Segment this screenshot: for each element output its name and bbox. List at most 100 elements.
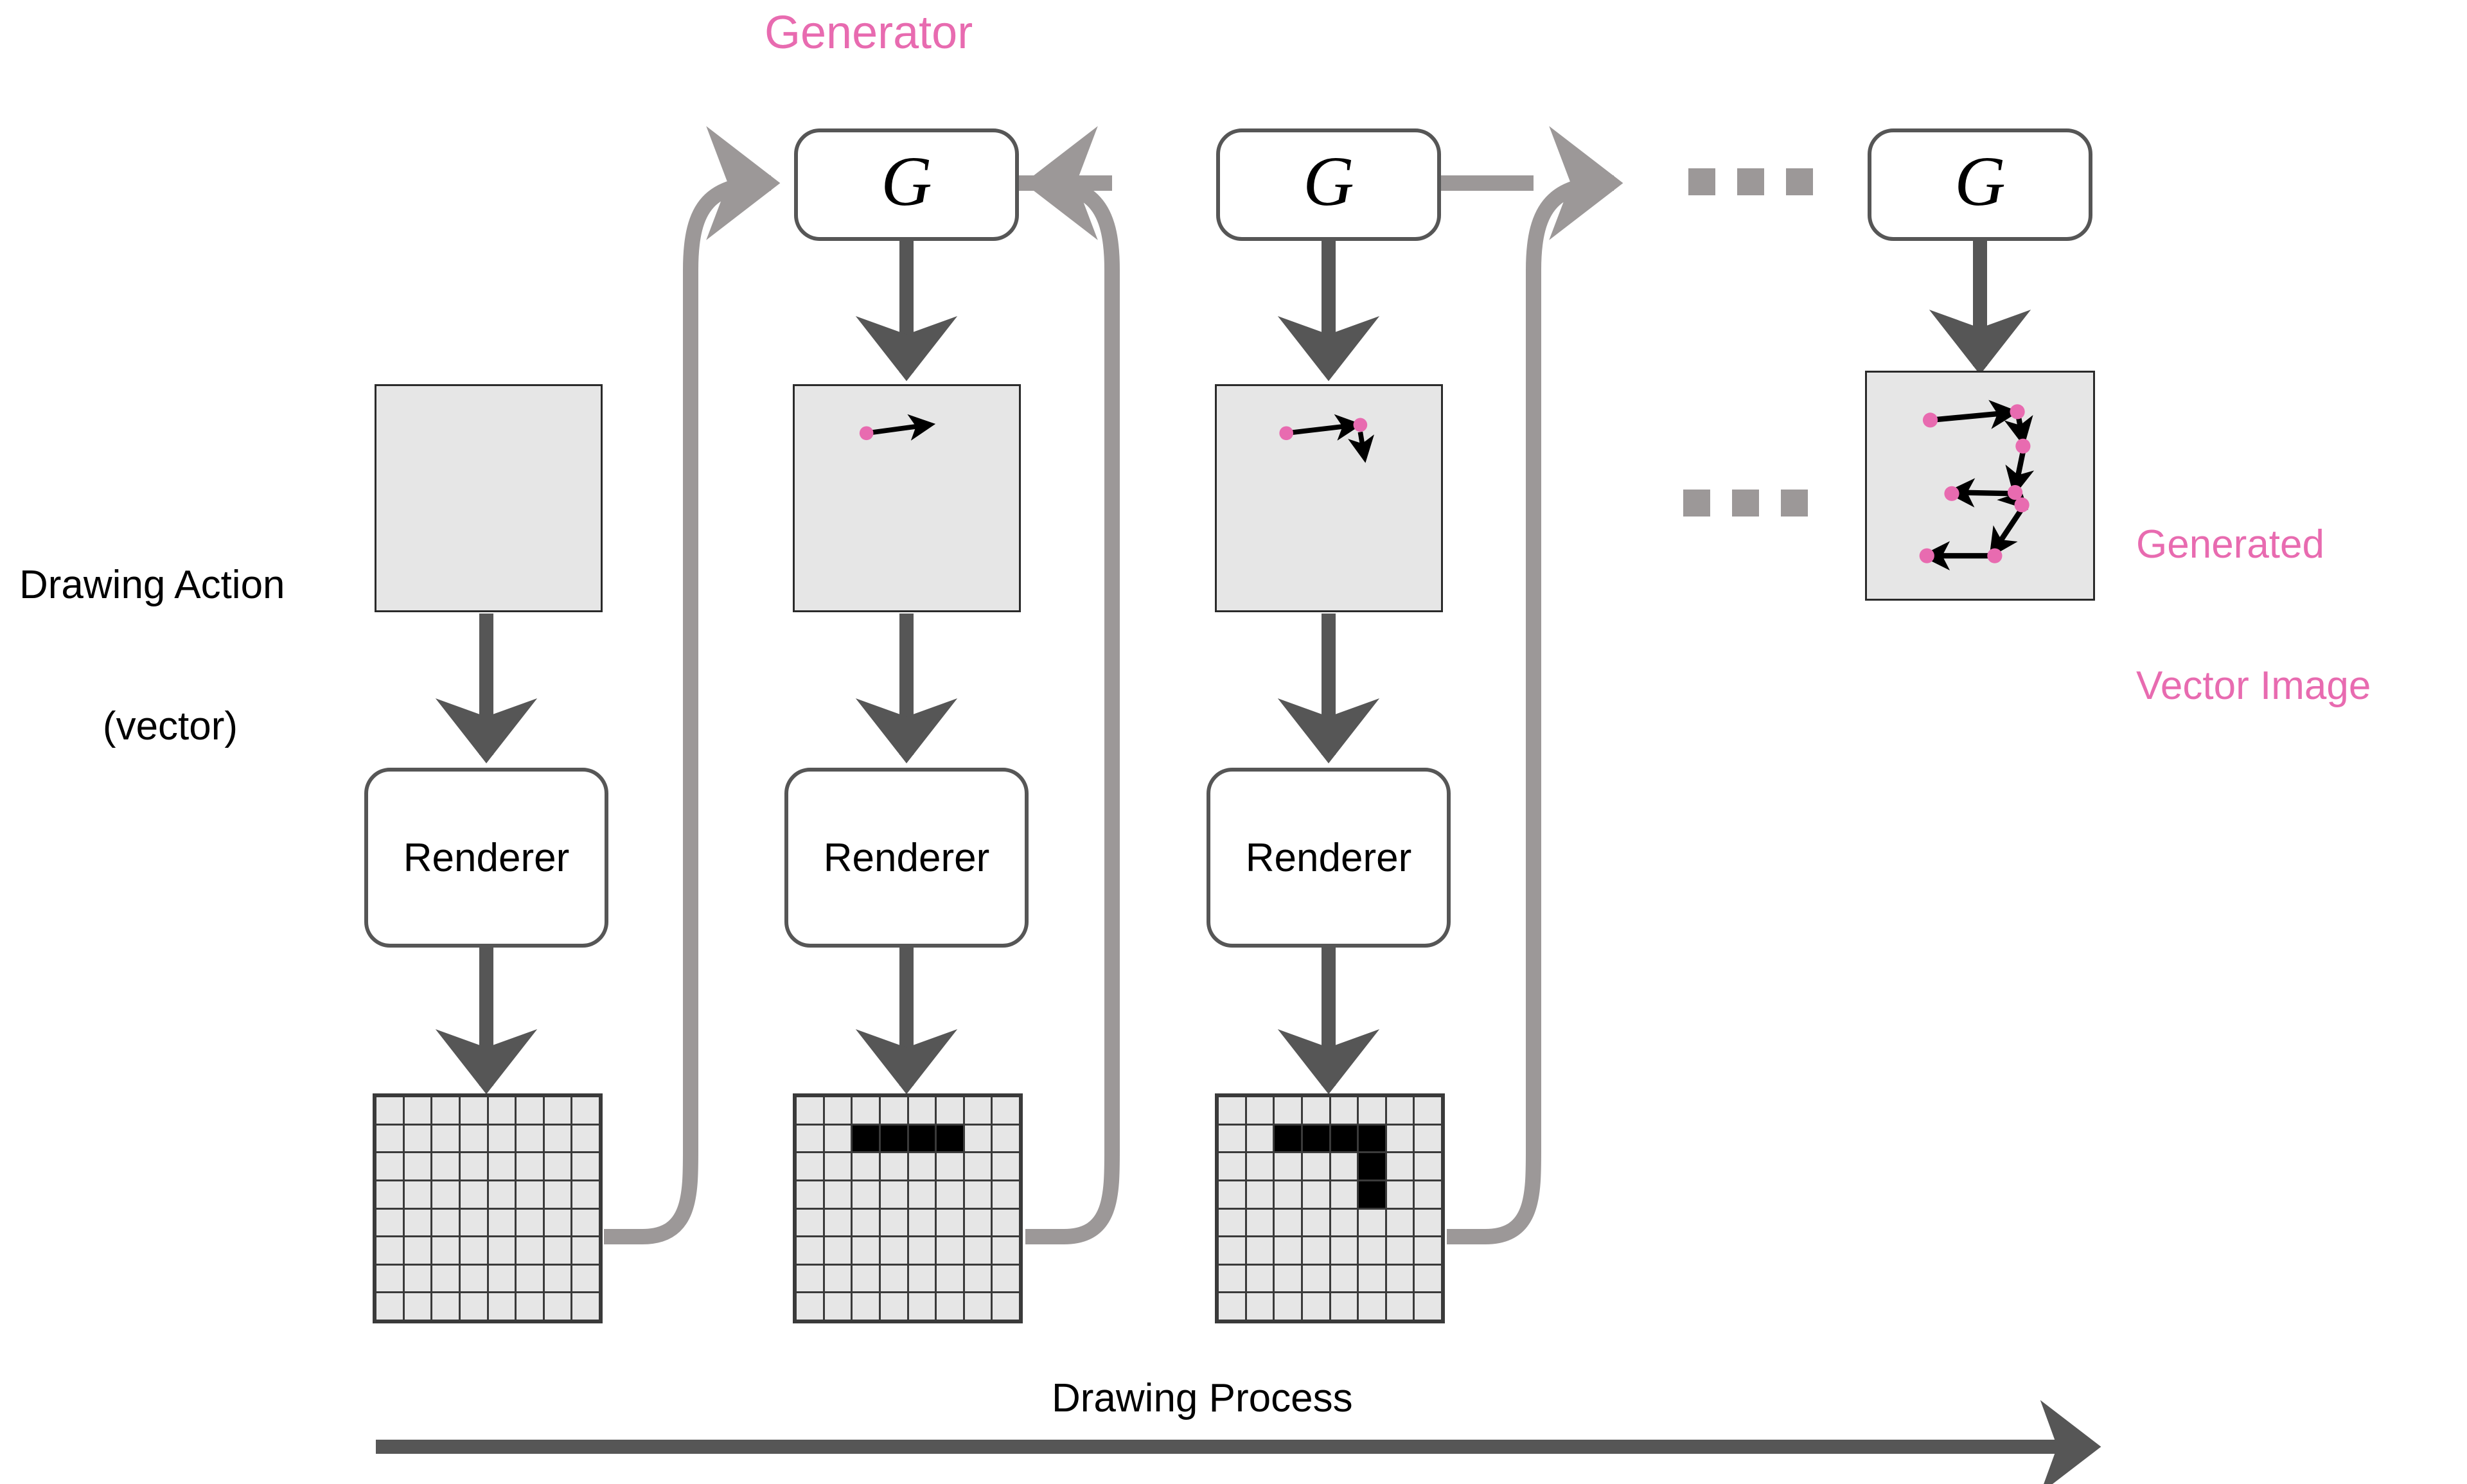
pixel-cell [1275, 1153, 1301, 1179]
renderer-box-2[interactable]: Renderer [784, 768, 1029, 948]
pixel-cell [404, 1097, 431, 1124]
pixel-cell [488, 1153, 515, 1179]
ellipsis-dot [1683, 490, 1710, 517]
pixel-cell [432, 1181, 459, 1208]
diagram-canvas: Generator G G G Drawing Action (vector) [0, 0, 2467, 1484]
pixel-cell [1415, 1097, 1441, 1124]
pixel-cell [1359, 1237, 1385, 1264]
pixel-cell [1415, 1209, 1441, 1236]
renderer-box-1[interactable]: Renderer [364, 768, 608, 948]
pixel-cell [1275, 1125, 1301, 1152]
generator-box-final[interactable]: G [1868, 128, 2092, 241]
pixel-cell [572, 1209, 599, 1236]
pixel-cell [908, 1181, 935, 1208]
vector-stroke [1945, 478, 2014, 508]
pixel-cell [880, 1209, 907, 1236]
renderer-label: Renderer [1245, 835, 1412, 880]
pixel-cell [572, 1237, 599, 1264]
pixel-cell [544, 1153, 571, 1179]
pixel-cell [488, 1097, 515, 1124]
pixel-cell [797, 1209, 823, 1236]
pixel-cell [432, 1209, 459, 1236]
pixel-cell [993, 1153, 1019, 1179]
generator-glyph: G [881, 141, 932, 220]
pixel-cell [824, 1265, 851, 1292]
vector-anchor-dot [1987, 548, 2003, 563]
raster-grid-0 [373, 1093, 603, 1323]
renderer-box-3[interactable]: Renderer [1207, 768, 1451, 948]
pixel-cell [1415, 1265, 1441, 1292]
pixel-cell [880, 1237, 907, 1264]
pixel-cell [908, 1209, 935, 1236]
pixel-cell [1219, 1293, 1245, 1320]
pixel-cell [880, 1181, 907, 1208]
pixel-cell [937, 1125, 963, 1152]
ellipsis-dot [1786, 168, 1813, 195]
pixel-cell [1359, 1097, 1385, 1124]
pixel-cell [937, 1153, 963, 1179]
pixel-cell [544, 1237, 571, 1264]
pixel-cell [824, 1097, 851, 1124]
pixel-cell [880, 1097, 907, 1124]
pixel-cell [1331, 1237, 1357, 1264]
pixel-cell [1302, 1153, 1329, 1179]
drawing-action-label: Drawing Action (vector) [19, 468, 360, 844]
pixel-cell [1302, 1209, 1329, 1236]
pixel-cell [404, 1125, 431, 1152]
vector-anchor-dot [1922, 412, 1938, 428]
pixel-cell [1275, 1237, 1301, 1264]
pixel-cell [1246, 1153, 1273, 1179]
pixel-cell [1386, 1293, 1413, 1320]
pixel-cell [1302, 1293, 1329, 1320]
pixel-cell [1415, 1293, 1441, 1320]
pixel-cell [517, 1181, 543, 1208]
pixel-cell [993, 1237, 1019, 1264]
pixel-cell [1246, 1209, 1273, 1236]
feedback-curve-3 [1447, 126, 1623, 1244]
vector-anchor-dot [859, 426, 874, 441]
generated-label-line1: Generated [2136, 522, 2324, 567]
ellipsis-dot [1732, 490, 1759, 517]
generator-box-1[interactable]: G [794, 128, 1019, 241]
pixel-cell [993, 1181, 1019, 1208]
pixel-cell [993, 1265, 1019, 1292]
pixel-cell [937, 1265, 963, 1292]
raster-grid-1 [793, 1093, 1023, 1323]
pixel-cell [460, 1181, 487, 1208]
generator-box-2[interactable]: G [1216, 128, 1441, 241]
pixel-cell [993, 1293, 1019, 1320]
pixel-cell [1386, 1237, 1413, 1264]
pixel-cell [824, 1237, 851, 1264]
vector-canvas-2 [1215, 384, 1443, 612]
pixel-cell [517, 1097, 543, 1124]
pixel-cell [1275, 1181, 1301, 1208]
pixel-cell [517, 1265, 543, 1292]
vector-canvas-1 [793, 384, 1021, 612]
pixel-cell [797, 1125, 823, 1152]
pixel-cell [1386, 1097, 1413, 1124]
feedback-curve-2 [1023, 126, 1120, 1244]
pixel-cell [404, 1181, 431, 1208]
pixel-cell [1415, 1237, 1441, 1264]
pixel-cell [797, 1237, 823, 1264]
pixel-cell [1331, 1097, 1357, 1124]
generated-vector-strokes [1919, 400, 2035, 570]
pixel-cell [853, 1293, 879, 1320]
pixel-cell [797, 1097, 823, 1124]
pixel-cell [517, 1125, 543, 1152]
pixel-cell [880, 1293, 907, 1320]
pixel-cell [964, 1293, 991, 1320]
pixel-cell [1246, 1097, 1273, 1124]
pixel-cell [908, 1125, 935, 1152]
pixel-cell [1359, 1209, 1385, 1236]
pixel-cell [1246, 1237, 1273, 1264]
pixel-cell [824, 1181, 851, 1208]
pixel-cell [937, 1181, 963, 1208]
pixel-cell [908, 1293, 935, 1320]
vector-strokes-1 [859, 414, 936, 441]
pixel-cell [880, 1153, 907, 1179]
pixel-cell [908, 1237, 935, 1264]
pixel-cell [1359, 1181, 1385, 1208]
pixel-cell [964, 1097, 991, 1124]
pixel-cell [1415, 1181, 1441, 1208]
